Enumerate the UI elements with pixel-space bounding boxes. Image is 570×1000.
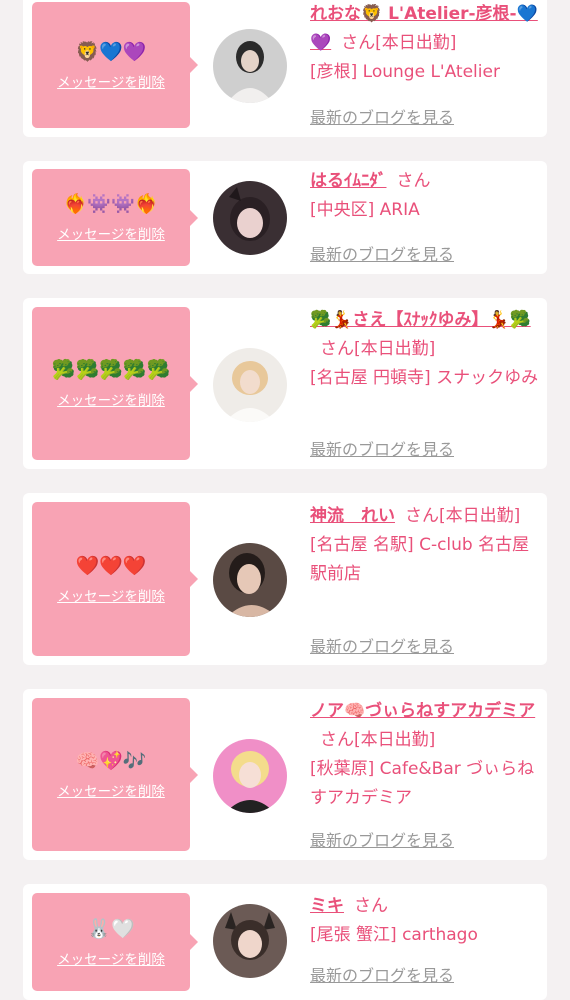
message-emoji: 🐰🤍: [87, 917, 135, 940]
cast-name-link[interactable]: はるｲﾑﾆﾀﾞ: [310, 171, 387, 191]
shop-info: [名古屋 円頓寺] スナックゆみ: [310, 368, 539, 388]
honorific: さん: [405, 506, 439, 526]
delete-message-link[interactable]: メッセージを削除: [57, 71, 165, 91]
avatar[interactable]: [213, 181, 287, 255]
delete-message-link[interactable]: メッセージを削除: [57, 780, 165, 800]
shop-info: [秋葉原] Cafe&Bar づぃらねすアカデミア: [310, 759, 535, 808]
cast-info: ミキ さん [尾張 蟹江] carthago: [310, 892, 542, 950]
message-bubble: ❤️‍🔥👾👾❤️‍🔥 メッセージを削除: [32, 169, 198, 266]
shop-info: [名古屋 名駅] C-club 名古屋駅前店: [310, 535, 530, 584]
work-status: [本日出勤]: [354, 339, 436, 359]
honorific: さん: [320, 339, 354, 359]
cast-name-link[interactable]: ノア🧠づぃらねすアカデミア: [310, 701, 535, 721]
message-emoji: 🧠💖🎶: [75, 750, 147, 772]
work-status: [本日出勤]: [439, 506, 521, 526]
message-card: 🧠💖🎶 メッセージを削除 ノア🧠づぃらねすアカデミアさん[本日出勤] [秋葉原]…: [23, 689, 547, 860]
shop-info: [尾張 蟹江] carthago: [310, 925, 478, 945]
latest-blog-link[interactable]: 最新のブログを見る: [310, 962, 454, 986]
cast-info: 神流 れい さん[本日出勤] [名古屋 名駅] C-club 名古屋駅前店: [310, 502, 542, 589]
cast-info: はるｲﾑﾆﾀﾞ さん [中央区] ARIA: [310, 167, 542, 225]
message-bubble: 🧠💖🎶 メッセージを削除: [32, 698, 198, 851]
avatar[interactable]: [213, 29, 287, 103]
message-emoji: 🥦🥦🥦🥦🥦: [51, 359, 171, 381]
cast-name-link[interactable]: 神流 れい: [310, 506, 395, 526]
delete-message-link[interactable]: メッセージを削除: [57, 223, 165, 243]
latest-blog-link[interactable]: 最新のブログを見る: [310, 827, 454, 851]
message-emoji: 🦁💙💜: [75, 40, 147, 63]
avatar[interactable]: [213, 348, 287, 422]
cast-info: れおな🦁 L'Atelier-彦根-💙💜 さん[本日出勤] [彦根] Lounge…: [310, 0, 542, 87]
avatar[interactable]: [213, 739, 287, 813]
message-bubble: 🐰🤍 メッセージを削除: [32, 893, 198, 991]
latest-blog-link[interactable]: 最新のブログを見る: [310, 633, 454, 657]
delete-message-link[interactable]: メッセージを削除: [57, 948, 165, 968]
message-card: 🦁💙💜 メッセージを削除 れおな🦁 L'Atelier-彦根-💙💜 さん[本日出勤…: [23, 0, 547, 137]
message-card: ❤️‍🔥👾👾❤️‍🔥 メッセージを削除 はるｲﾑﾆﾀﾞ さん [中央区] ARIA…: [23, 161, 547, 274]
honorific: さん: [320, 730, 354, 750]
message-bubble: 🥦🥦🥦🥦🥦 メッセージを削除: [32, 307, 198, 460]
message-card: 🥦🥦🥦🥦🥦 メッセージを削除 🥦💃さえ【ｽﾅｯｸゆみ】💃🥦 さん[本日出勤] [名…: [23, 298, 547, 469]
delete-message-link[interactable]: メッセージを削除: [57, 389, 165, 409]
cast-name-link[interactable]: 🥦💃さえ【ｽﾅｯｸゆみ】💃🥦: [310, 310, 531, 330]
honorific: さん: [396, 171, 431, 191]
cast-info: 🥦💃さえ【ｽﾅｯｸゆみ】💃🥦 さん[本日出勤] [名古屋 円頓寺] スナックゆみ: [310, 306, 542, 393]
latest-blog-link[interactable]: 最新のブログを見る: [310, 104, 454, 128]
honorific: さん: [341, 33, 376, 53]
shop-info: [中央区] ARIA: [310, 200, 420, 220]
message-card: ❤️❤️❤️ メッセージを削除 神流 れい さん[本日出勤] [名古屋 名駅] C…: [23, 493, 547, 665]
message-card: 🐰🤍 メッセージを削除 ミキ さん [尾張 蟹江] carthago 最新のブログ…: [23, 884, 547, 1000]
message-emoji: ❤️‍🔥👾👾❤️‍🔥: [63, 193, 159, 215]
delete-message-link[interactable]: メッセージを削除: [57, 585, 165, 605]
work-status: [本日出勤]: [375, 33, 457, 53]
cast-name-link[interactable]: ミキ: [310, 896, 344, 916]
latest-blog-link[interactable]: 最新のブログを見る: [310, 241, 454, 265]
shop-info: [彦根] Lounge L'Atelier: [310, 62, 500, 82]
cast-info: ノア🧠づぃらねすアカデミアさん[本日出勤] [秋葉原] Cafe&Bar づぃら…: [310, 697, 542, 813]
avatar[interactable]: [213, 904, 287, 978]
message-bubble: 🦁💙💜 メッセージを削除: [32, 2, 198, 128]
avatar[interactable]: [213, 543, 287, 617]
message-list: 🦁💙💜 メッセージを削除 れおな🦁 L'Atelier-彦根-💙💜 さん[本日出勤…: [0, 0, 570, 1000]
work-status: [本日出勤]: [354, 730, 436, 750]
honorific: さん: [354, 896, 388, 916]
message-bubble: ❤️❤️❤️ メッセージを削除: [32, 502, 198, 656]
latest-blog-link[interactable]: 最新のブログを見る: [310, 436, 454, 460]
message-emoji: ❤️❤️❤️: [75, 554, 147, 577]
